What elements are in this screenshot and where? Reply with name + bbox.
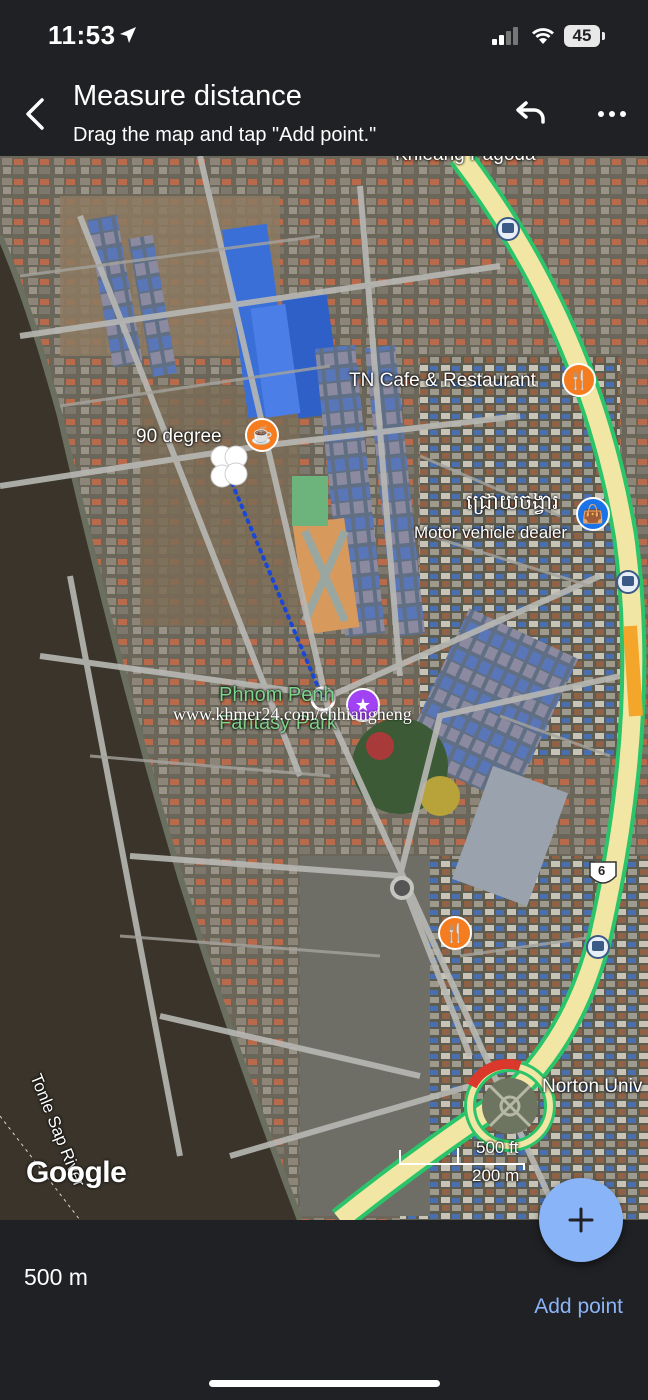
more-options-icon[interactable]	[594, 98, 630, 130]
plus-icon	[568, 1207, 594, 1233]
bus-stop-icon[interactable]	[586, 935, 610, 959]
battery-indicator: 45	[564, 25, 600, 47]
map-label-khmer[interactable]: ជ្រោយចង្វារ	[466, 489, 559, 520]
add-point-fab[interactable]	[539, 1178, 623, 1262]
wifi-icon	[532, 28, 554, 44]
map-label-norton[interactable]: Norton Univ	[542, 1076, 642, 1098]
scale-feet: 500 ft	[476, 1138, 519, 1157]
add-point-button[interactable]: Add point	[534, 1295, 623, 1319]
restaurant-poi-icon[interactable]: 🍴	[562, 363, 596, 397]
bus-stop-icon[interactable]	[496, 217, 520, 241]
cafe-poi-icon[interactable]: ☕	[245, 418, 279, 452]
measured-distance: 500 m	[24, 1264, 88, 1290]
cellular-signal-icon	[492, 27, 518, 45]
page-title: Measure distance	[73, 80, 302, 112]
map-label-90-degree[interactable]: 90 degree	[136, 426, 222, 448]
map-view[interactable]: Khleang Pagoda TN Cafe & Restaurant 90 d…	[0, 156, 648, 1220]
map-label-tn-cafe[interactable]: TN Cafe & Restaurant	[349, 370, 536, 392]
page-subtitle: Drag the map and tap "Add point."	[73, 124, 377, 146]
scale-meters: 200 m	[472, 1166, 520, 1185]
status-bar: 11:53 45	[0, 0, 648, 70]
app-header: Measure distance Drag the map and tap "A…	[0, 70, 648, 156]
location-arrow-icon	[120, 27, 136, 43]
undo-icon[interactable]	[512, 98, 552, 130]
highway-shield-number: 6	[598, 863, 606, 878]
bus-stop-icon[interactable]	[616, 570, 640, 594]
restaurant-poi-icon[interactable]: 🍴	[438, 916, 472, 950]
map-label-motor-dealer[interactable]: Motor vehicle dealer	[414, 523, 567, 543]
battery-nub	[602, 32, 605, 40]
watermark: www.khmer24.com/chhiangheng	[173, 704, 412, 724]
google-logo: Google	[26, 1156, 127, 1189]
shopping-poi-icon[interactable]: 👜	[576, 497, 610, 531]
map-label-pagoda[interactable]: Khleang Pagoda	[395, 156, 536, 166]
status-time: 11:53	[48, 20, 116, 50]
back-arrow-icon[interactable]	[18, 94, 52, 134]
home-indicator[interactable]	[209, 1380, 440, 1387]
